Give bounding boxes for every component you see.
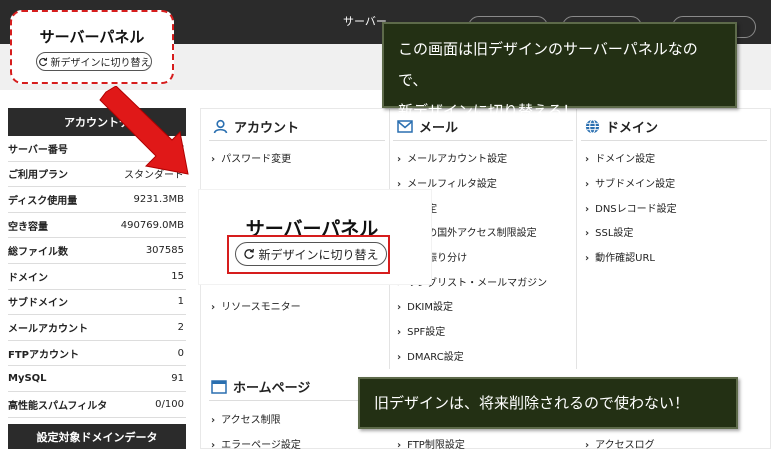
link-access-log[interactable]: アクセスログ bbox=[585, 436, 655, 449]
logo-card-highlight: サーバーパネル 新デザインに切り替え bbox=[10, 10, 174, 84]
sidebar-row: 総ファイル数 307585 bbox=[8, 238, 186, 264]
row-label: 空き容量 bbox=[8, 221, 48, 233]
row-label: FTPアカウント bbox=[8, 349, 79, 361]
link-mail-filter[interactable]: メールフィルタ設定 bbox=[397, 175, 497, 190]
browser-window-icon bbox=[211, 379, 227, 394]
section-divider bbox=[209, 140, 385, 141]
section-account-title: アカウント bbox=[213, 117, 299, 136]
link-ssl[interactable]: SSL設定 bbox=[585, 224, 633, 239]
row-value: 307585 bbox=[145, 245, 184, 257]
row-label: 高性能スパムフィルタ bbox=[8, 400, 108, 412]
section-homepage-label: ホームページ bbox=[233, 381, 311, 396]
link-access-restriction[interactable]: アクセス制限 bbox=[211, 411, 281, 426]
refresh-icon bbox=[38, 57, 47, 66]
callout-switch-design: この画面は旧デザインのサーバーパネルなので、 新デザインに切り替える！ bbox=[382, 22, 737, 120]
sidebar-row: ドメイン 15 bbox=[8, 264, 186, 290]
row-value: 2 bbox=[177, 321, 184, 333]
link-error-page[interactable]: エラーページ設定 bbox=[211, 436, 301, 449]
user-icon bbox=[213, 119, 228, 134]
row-value: 0/100 bbox=[155, 398, 184, 410]
callout-bottom-text: 旧デザインは、将来削除されるので使わない！ bbox=[374, 394, 690, 412]
domain-data-heading: 設定対象ドメインデータ bbox=[8, 424, 186, 449]
link-resource-monitor[interactable]: リソースモニター bbox=[211, 298, 301, 313]
link-subdomain-settings[interactable]: サブドメイン設定 bbox=[585, 175, 675, 190]
section-divider bbox=[581, 140, 767, 141]
section-homepage-title: ホームページ bbox=[211, 377, 310, 396]
switch-design-label: 新デザインに切り替え bbox=[50, 58, 151, 69]
panel-logo-title: サーバーパネル bbox=[39, 28, 145, 46]
row-label: ディスク使用量 bbox=[8, 195, 78, 207]
header-label: サーバー bbox=[343, 15, 387, 28]
callout-line-1: この画面は旧デザインのサーバーパネルなので、 bbox=[398, 40, 698, 89]
link-password-change[interactable]: パスワード変更 bbox=[211, 150, 291, 165]
sidebar-row: FTPアカウント 0 bbox=[8, 341, 186, 367]
section-account-label: アカウント bbox=[234, 121, 300, 136]
link-ftp-restriction[interactable]: FTP制限設定 bbox=[397, 436, 465, 449]
row-value: 9231.3MB bbox=[133, 193, 184, 205]
column-divider bbox=[576, 109, 577, 369]
switch-design-button[interactable]: 新デザインに切り替え bbox=[36, 52, 152, 71]
row-value: 490769.0MB bbox=[120, 219, 184, 231]
callout-line-2: 新デザインに切り替える！ bbox=[398, 102, 578, 120]
link-dkim[interactable]: DKIM設定 bbox=[397, 298, 453, 313]
sidebar-row: ディスク使用量 9231.3MB bbox=[8, 187, 186, 213]
link-check-url[interactable]: 動作確認URL bbox=[585, 249, 655, 264]
row-label: ご利用プラン bbox=[8, 170, 68, 182]
highlight-box bbox=[227, 235, 390, 274]
row-value: 15 bbox=[171, 270, 184, 282]
red-arrow-icon bbox=[99, 86, 189, 175]
row-label: 総ファイル数 bbox=[8, 247, 68, 259]
sidebar-row: メールアカウント 2 bbox=[8, 315, 186, 341]
section-divider bbox=[393, 140, 573, 141]
sidebar-row: MySQL 91 bbox=[8, 366, 186, 392]
row-label: サーバー番号 bbox=[8, 144, 68, 156]
link-domain-settings[interactable]: ドメイン設定 bbox=[585, 150, 655, 165]
link-mail-account[interactable]: メールアカウント設定 bbox=[397, 150, 507, 165]
row-value: 91 bbox=[171, 373, 184, 385]
row-label: MySQL bbox=[8, 373, 47, 385]
link-dns-record[interactable]: DNSレコード設定 bbox=[585, 200, 677, 215]
link-dmarc[interactable]: DMARC設定 bbox=[397, 348, 464, 363]
sidebar-row: サブドメイン 1 bbox=[8, 290, 186, 316]
row-value: 0 bbox=[177, 347, 184, 359]
sidebar-row: 高性能スパムフィルタ 0/100 bbox=[8, 392, 186, 418]
sidebar-row: 空き容量 490769.0MB bbox=[8, 213, 186, 239]
row-value: 1 bbox=[177, 296, 184, 308]
row-label: ドメイン bbox=[8, 272, 48, 284]
row-label: サブドメイン bbox=[8, 298, 68, 310]
callout-old-design-warning: 旧デザインは、将来削除されるので使わない！ bbox=[358, 377, 738, 429]
row-label: メールアカウント bbox=[8, 323, 88, 335]
link-spf[interactable]: SPF設定 bbox=[397, 323, 445, 338]
